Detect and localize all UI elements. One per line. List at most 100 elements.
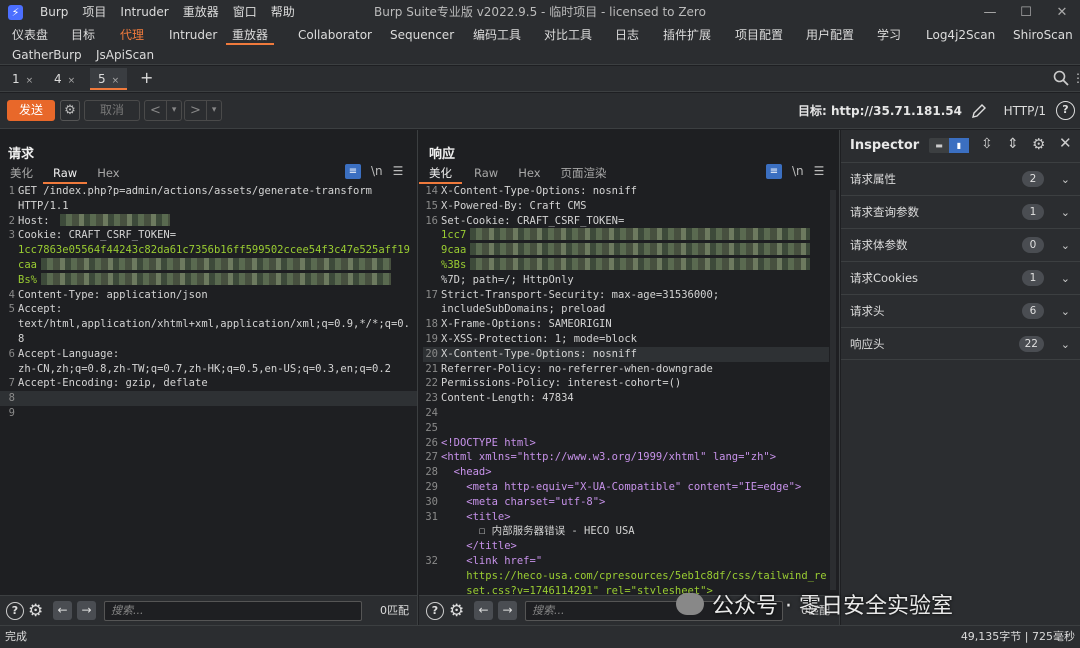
line-number: 14: [425, 185, 438, 197]
newline-toggle[interactable]: \n: [371, 164, 383, 179]
close-tab-icon[interactable]: ×: [112, 76, 120, 86]
cancel-button[interactable]: 取消: [84, 100, 140, 121]
tab-repeater[interactable]: 重放器: [226, 25, 275, 45]
previous-match-button[interactable]: ←: [474, 601, 493, 620]
response-tab-hex[interactable]: Hex: [508, 164, 550, 184]
inspector-row-body-params[interactable]: 请求体参数 0 ⌄: [841, 228, 1080, 261]
line-number: [423, 243, 441, 258]
back-history-button[interactable]: < ▾: [144, 100, 183, 121]
word-wrap-icon[interactable]: ≡: [345, 164, 361, 179]
repeater-tab-4[interactable]: 4 ×: [46, 68, 83, 90]
line-number: 32: [425, 554, 438, 567]
next-match-button[interactable]: →: [77, 601, 96, 620]
http-version-selector[interactable]: HTTP/1: [1004, 93, 1046, 129]
code-line: 23 Content-Length: 47834: [423, 391, 829, 406]
menu-project[interactable]: 项目: [75, 0, 113, 25]
close-tab-icon[interactable]: ×: [26, 76, 34, 86]
inspector-row-query-params[interactable]: 请求查询参数 1 ⌄: [841, 195, 1080, 228]
more-options-icon[interactable]: ⋮: [1072, 69, 1080, 89]
code-line: </title>: [423, 539, 829, 554]
repeater-tab-5[interactable]: 5 ×: [90, 68, 128, 90]
tab-learn[interactable]: 学习: [871, 25, 907, 45]
tab-log4j2scan[interactable]: Log4j2Scan: [920, 25, 1001, 45]
tab-proxy[interactable]: 代理: [114, 25, 150, 45]
settings-gear-icon[interactable]: ⚙: [449, 601, 464, 621]
code-line: %3Bs: [423, 257, 829, 273]
code-line: 30 <meta charset="utf-8">: [423, 495, 829, 510]
response-tab-raw[interactable]: Raw: [464, 164, 508, 184]
code-line: 6 Accept-Language:: [0, 347, 417, 362]
response-scrollbar[interactable]: [830, 190, 836, 590]
settings-gear-icon[interactable]: ⚙: [1032, 135, 1045, 153]
help-icon[interactable]: ?: [426, 602, 444, 620]
line-number: 29: [425, 480, 438, 493]
edit-target-pencil-icon[interactable]: [970, 102, 988, 120]
line-number: [0, 332, 18, 347]
code-line: ☐ 内部服务器错误 - HECO USA: [423, 524, 829, 539]
minimize-button[interactable]: —: [972, 0, 1008, 25]
tab-gatherburp[interactable]: GatherBurp: [6, 45, 88, 65]
word-wrap-icon[interactable]: ≡: [766, 164, 782, 179]
close-inspector-icon[interactable]: ✕: [1059, 134, 1072, 152]
next-match-button[interactable]: →: [498, 601, 517, 620]
request-tab-pretty[interactable]: 美化: [0, 164, 43, 184]
tab-dashboard[interactable]: 仪表盘: [6, 25, 54, 45]
menu-icon[interactable]: ☰: [814, 164, 825, 179]
tab-decoder[interactable]: 编码工具: [467, 25, 527, 45]
response-editor[interactable]: 14 X-Content-Type-Options: nosniff 15 X-Pow…: [423, 184, 829, 594]
request-tab-hex[interactable]: Hex: [87, 164, 129, 184]
line-text: zh-CN,zh;q=0.8,zh-TW;q=0.7,zh-HK;q=0.5,e…: [18, 362, 391, 375]
inspector-row-cookies[interactable]: 请求Cookies 1 ⌄: [841, 261, 1080, 294]
menu-icon[interactable]: ☰: [393, 164, 404, 179]
inspector-row-response-headers[interactable]: 响应头 22 ⌄: [841, 327, 1080, 360]
menu-repeater[interactable]: 重放器: [176, 0, 226, 25]
help-icon[interactable]: ?: [1056, 101, 1075, 120]
search-icon[interactable]: [1052, 69, 1070, 87]
collapse-all-icon[interactable]: ⇕: [1007, 136, 1019, 152]
inspector-row-request-attributes[interactable]: 请求属性 2 ⌄: [841, 162, 1080, 195]
help-icon[interactable]: ?: [6, 602, 24, 620]
line-text: text/html,application/xhtml+xml,applicat…: [18, 318, 410, 331]
menu-intruder[interactable]: Intruder: [113, 0, 175, 25]
row-label: 请求头: [850, 304, 885, 318]
tab-sequencer[interactable]: Sequencer: [384, 25, 460, 45]
row-label: 请求查询参数: [850, 205, 919, 219]
response-tab-pretty[interactable]: 美化: [419, 164, 462, 184]
tab-shiroscan[interactable]: ShiroScan: [1007, 25, 1079, 45]
tab-user-options[interactable]: 用户配置: [800, 25, 860, 45]
close-tab-icon[interactable]: ×: [68, 76, 76, 86]
request-editor[interactable]: 1 GET /index.php?p=admin/actions/assets/g…: [0, 184, 417, 594]
forward-history-button[interactable]: > ▾: [184, 100, 223, 121]
settings-gear-icon[interactable]: ⚙: [60, 100, 80, 121]
menu-window[interactable]: 窗口: [226, 0, 264, 25]
line-text: includeSubDomains; preload: [441, 303, 606, 316]
menu-help[interactable]: 帮助: [264, 0, 302, 25]
layout-split-icon[interactable]: ▮: [949, 138, 969, 153]
tab-jsapiscan[interactable]: JsApiScan: [90, 45, 160, 65]
menu-burp[interactable]: Burp: [33, 0, 75, 25]
line-text: X-Frame-Options: SAMEORIGIN: [441, 318, 612, 331]
expand-all-icon[interactable]: ⇳: [981, 136, 993, 152]
layout-list-icon[interactable]: ▬: [929, 138, 949, 153]
tab-target[interactable]: 目标: [65, 25, 101, 45]
inspector-row-request-headers[interactable]: 请求头 6 ⌄: [841, 294, 1080, 327]
previous-match-button[interactable]: ←: [53, 601, 72, 620]
tab-project-options[interactable]: 项目配置: [729, 25, 789, 45]
tab-logger[interactable]: 日志: [609, 25, 645, 45]
tab-extensions[interactable]: 插件扩展: [657, 25, 717, 45]
tab-collaborator[interactable]: Collaborator: [292, 25, 378, 45]
redacted-block: [470, 228, 811, 241]
settings-gear-icon[interactable]: ⚙: [28, 601, 43, 621]
add-tab-button[interactable]: +: [132, 68, 161, 90]
response-tab-render[interactable]: 页面渲染: [551, 164, 617, 184]
maximize-button[interactable]: ☐: [1008, 0, 1044, 25]
request-search-input[interactable]: 搜索...: [104, 601, 362, 621]
line-number: 3: [8, 229, 15, 242]
send-button[interactable]: 发送: [7, 100, 55, 121]
newline-toggle[interactable]: \n: [792, 164, 804, 179]
close-window-button[interactable]: ✕: [1044, 0, 1080, 25]
repeater-tab-1[interactable]: 1 ×: [4, 68, 41, 90]
tab-intruder[interactable]: Intruder: [163, 25, 223, 45]
tab-comparer[interactable]: 对比工具: [538, 25, 598, 45]
request-tab-raw[interactable]: Raw: [43, 164, 88, 184]
